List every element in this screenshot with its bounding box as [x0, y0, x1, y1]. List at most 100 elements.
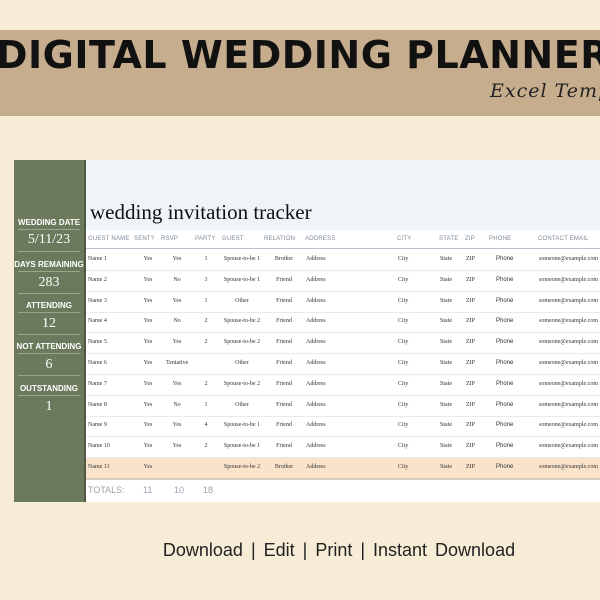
address-cell[interactable]: Address — [306, 298, 326, 304]
party-cell[interactable]: 2 — [202, 339, 210, 345]
state-cell[interactable]: State — [440, 339, 452, 345]
state-cell[interactable]: State — [440, 381, 452, 387]
relation-cell[interactable]: Brother — [272, 464, 296, 470]
phone-cell[interactable]: Phone — [496, 318, 513, 324]
column-header-sent[interactable]: SENT? — [134, 236, 154, 242]
guest-cell[interactable]: Other — [222, 402, 262, 408]
zip-cell[interactable]: ZIP — [466, 360, 475, 366]
column-header-zip[interactable]: ZIP — [465, 236, 475, 242]
city-cell[interactable]: City — [398, 277, 408, 283]
email-cell[interactable]: someone@example.com — [539, 381, 598, 387]
city-cell[interactable]: City — [398, 339, 408, 345]
table-row[interactable]: Name 10 Yes Yes 2 Spouse-to-be 1 Friend Addres… — [86, 437, 600, 459]
phone-cell[interactable]: Phone — [496, 360, 513, 366]
relation-cell[interactable]: Friend — [272, 381, 296, 387]
column-header-address[interactable]: ADDRESS — [305, 236, 335, 242]
email-cell[interactable]: someone@example.com — [539, 256, 598, 262]
zip-cell[interactable]: ZIP — [466, 318, 475, 324]
zip-cell[interactable]: ZIP — [466, 381, 475, 387]
sent-cell[interactable]: Yes — [141, 464, 155, 470]
city-cell[interactable]: City — [398, 464, 408, 470]
relation-cell[interactable]: Friend — [272, 443, 296, 449]
column-header-contact-email[interactable]: CONTACT EMAIL — [538, 236, 589, 242]
rsvp-cell[interactable]: Yes — [166, 422, 188, 428]
party-cell[interactable]: 1 — [202, 298, 210, 304]
guest-name-cell[interactable]: Name 10 — [88, 443, 110, 449]
city-cell[interactable]: City — [398, 381, 408, 387]
relation-cell[interactable]: Friend — [272, 318, 296, 324]
sent-cell[interactable]: Yes — [141, 402, 155, 408]
guest-name-cell[interactable]: Name 6 — [88, 360, 107, 366]
rsvp-cell[interactable]: No — [166, 318, 188, 324]
zip-cell[interactable]: ZIP — [466, 443, 475, 449]
column-header-guest-name[interactable]: GUEST NAME — [88, 236, 130, 242]
state-cell[interactable]: State — [440, 443, 452, 449]
email-cell[interactable]: someone@example.com — [539, 277, 598, 283]
state-cell[interactable]: State — [440, 360, 452, 366]
phone-cell[interactable]: Phone — [496, 256, 513, 262]
email-cell[interactable]: someone@example.com — [539, 318, 598, 324]
column-header-rsvp[interactable]: RSVP — [161, 236, 178, 242]
guest-name-cell[interactable]: Name 11 — [88, 464, 110, 470]
state-cell[interactable]: State — [440, 277, 452, 283]
guest-name-cell[interactable]: Name 4 — [88, 318, 107, 324]
guest-cell[interactable]: Spouse-to-be 1 — [222, 422, 262, 428]
city-cell[interactable]: City — [398, 298, 408, 304]
sent-cell[interactable]: Yes — [141, 256, 155, 262]
state-cell[interactable]: State — [440, 256, 452, 262]
wedding-date-value[interactable]: 5/11/23 — [14, 232, 84, 248]
address-cell[interactable]: Address — [306, 277, 326, 283]
email-cell[interactable]: someone@example.com — [539, 360, 598, 366]
relation-cell[interactable]: Friend — [272, 402, 296, 408]
guest-cell[interactable]: Spouse-to-be 1 — [222, 443, 262, 449]
rsvp-cell[interactable]: Yes — [166, 381, 188, 387]
table-row[interactable]: Name 11 Yes Spouse-to-be 2 Brother Address Ci… — [86, 458, 600, 479]
guest-name-cell[interactable]: Name 3 — [88, 298, 107, 304]
address-cell[interactable]: Address — [306, 402, 326, 408]
sent-cell[interactable]: Yes — [141, 360, 155, 366]
guest-name-cell[interactable]: Name 2 — [88, 277, 107, 283]
table-row[interactable]: Name 7 Yes Yes 2 Spouse-to-be 2 Friend Address… — [86, 375, 600, 396]
email-cell[interactable]: someone@example.com — [539, 464, 598, 470]
party-cell[interactable]: 2 — [202, 318, 210, 324]
relation-cell[interactable]: Friend — [272, 360, 296, 366]
address-cell[interactable]: Address — [306, 256, 326, 262]
state-cell[interactable]: State — [440, 318, 452, 324]
rsvp-cell[interactable]: Yes — [166, 339, 188, 345]
email-cell[interactable]: someone@example.com — [539, 402, 598, 408]
city-cell[interactable]: City — [398, 360, 408, 366]
sent-cell[interactable]: Yes — [141, 422, 155, 428]
guest-cell[interactable]: Spouse-to-be 1 — [222, 277, 262, 283]
party-cell[interactable]: 4 — [202, 422, 210, 428]
table-row[interactable]: Name 1 Yes Yes 1 Spouse-to-be 1 Brother Addres… — [86, 250, 600, 271]
zip-cell[interactable]: ZIP — [466, 422, 475, 428]
address-cell[interactable]: Address — [306, 381, 326, 387]
rsvp-cell[interactable]: Yes — [166, 256, 188, 262]
zip-cell[interactable]: ZIP — [466, 402, 475, 408]
email-cell[interactable]: someone@example.com — [539, 422, 598, 428]
guest-cell[interactable]: Spouse-to-be 2 — [222, 381, 262, 387]
city-cell[interactable]: City — [398, 402, 408, 408]
phone-cell[interactable]: Phone — [496, 402, 513, 408]
party-cell[interactable]: 3 — [202, 277, 210, 283]
party-cell[interactable]: 2 — [202, 381, 210, 387]
zip-cell[interactable]: ZIP — [466, 277, 475, 283]
guest-name-cell[interactable]: Name 8 — [88, 402, 107, 408]
rsvp-cell[interactable]: No — [166, 277, 188, 283]
phone-cell[interactable]: Phone — [496, 381, 513, 387]
table-row[interactable]: Name 5 Yes Yes 2 Spouse-to-be 2 Friend Address… — [86, 333, 600, 355]
city-cell[interactable]: City — [398, 256, 408, 262]
sent-cell[interactable]: Yes — [141, 277, 155, 283]
table-row[interactable]: Name 9 Yes Yes 4 Spouse-to-be 1 Friend Address… — [86, 416, 600, 438]
phone-cell[interactable]: Phone — [496, 277, 513, 283]
party-cell[interactable]: 2 — [202, 443, 210, 449]
guest-name-cell[interactable]: Name 9 — [88, 422, 107, 428]
address-cell[interactable]: Address — [306, 339, 326, 345]
guest-cell[interactable]: Spouse-to-be 2 — [222, 318, 262, 324]
state-cell[interactable]: State — [440, 298, 452, 304]
column-header-guest[interactable]: GUEST — [222, 236, 244, 242]
relation-cell[interactable]: Friend — [272, 298, 296, 304]
sent-cell[interactable]: Yes — [141, 298, 155, 304]
phone-cell[interactable]: Phone — [496, 443, 513, 449]
table-row[interactable]: Name 4 Yes No 2 Spouse-to-be 2 Friend Address C… — [86, 312, 600, 334]
